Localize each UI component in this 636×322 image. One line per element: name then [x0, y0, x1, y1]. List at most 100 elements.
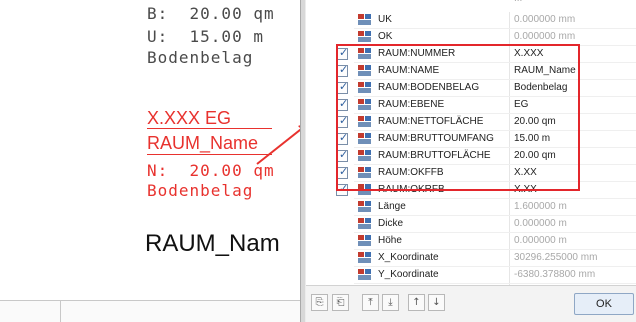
attribute-icon — [358, 99, 371, 111]
property-name: UK — [378, 14, 392, 25]
attribute-icon — [358, 14, 371, 26]
property-checkbox[interactable]: ✓ — [336, 63, 348, 77]
property-checkbox[interactable]: ✓ — [336, 148, 349, 162]
checkmark-icon: ✓ — [339, 131, 349, 144]
floor-covering-label: Bodenbelag — [147, 48, 254, 67]
property-value[interactable]: 15.00 m — [514, 133, 550, 144]
property-row[interactable]: ✓ RAUM:BRUTTOFLÄCHE 20.00 qm — [306, 148, 636, 165]
property-row[interactable]: ✓ RAUM:NUMMER X.XXX — [306, 46, 636, 63]
property-row[interactable]: X_Koordinate 30296.255000 mm — [306, 250, 636, 267]
property-name: Länge — [378, 201, 406, 212]
column-separator — [509, 29, 510, 46]
property-row-partial: ... — [306, 0, 636, 8]
property-value[interactable]: RAUM_Name — [514, 65, 576, 76]
property-row[interactable]: Y_Koordinate -6380.378800 mm — [306, 267, 636, 284]
checkmark-icon: ✓ — [339, 148, 349, 161]
column-separator — [509, 80, 510, 97]
property-value[interactable]: X.XX — [514, 167, 537, 178]
column-separator — [509, 148, 510, 165]
move-down-icon[interactable]: ↓ — [428, 294, 445, 311]
column-separator — [509, 131, 510, 148]
property-row[interactable]: ✓ RAUM:BODENBELAG Bodenbelag — [306, 80, 636, 97]
property-name: Y_Koordinate — [378, 269, 439, 280]
room-name-large-label: RAUM_Nam — [145, 230, 280, 257]
property-value[interactable]: 0.000000 mm — [514, 14, 575, 25]
export-icon[interactable]: ⎗ — [332, 294, 349, 311]
checkmark-icon: ✓ — [339, 80, 349, 93]
attribute-icon — [358, 65, 371, 77]
property-name: RAUM:EBENE — [378, 99, 445, 110]
attribute-icon — [358, 150, 371, 162]
property-value[interactable]: 0.000000 mm — [514, 31, 575, 42]
column-separator — [509, 12, 510, 29]
column-separator — [509, 233, 510, 250]
property-name: RAUM:BRUTTOUMFANG — [378, 133, 494, 144]
properties-panel: ... UK 0.000000 mm OK 0.000000 mm ✓ RAUM:NUMM… — [306, 0, 636, 322]
property-row[interactable]: ✓ RAUM:NETTOFLÄCHE 20.00 qm — [306, 114, 636, 131]
move-top-icon[interactable]: ⤒ — [362, 294, 379, 311]
attribute-icon — [358, 201, 371, 213]
attribute-icon — [358, 235, 371, 247]
property-value[interactable]: -6380.378800 mm — [514, 269, 595, 280]
property-value[interactable]: EG — [514, 99, 528, 110]
canvas-status-strip — [0, 300, 300, 322]
attribute-icon — [358, 252, 371, 264]
import-icon[interactable]: ⎘ — [311, 294, 328, 311]
room-number-label: X.XXX EG — [147, 108, 232, 128]
attribute-icon — [358, 218, 371, 230]
property-name: RAUM:BRUTTOFLÄCHE — [378, 150, 491, 161]
property-checkbox[interactable]: ✓ — [336, 165, 349, 179]
column-separator — [509, 199, 510, 216]
property-row[interactable]: ✓ RAUM:OKFFB X.XX — [306, 165, 636, 182]
floor-covering-red-label: Bodenbelag — [147, 181, 254, 200]
column-separator — [509, 63, 510, 80]
property-value[interactable]: X.XX — [514, 184, 537, 195]
property-checkbox[interactable]: ✓ — [336, 80, 349, 94]
property-value[interactable]: X.XXX — [514, 48, 543, 59]
property-checkbox[interactable]: ✓ — [336, 114, 348, 128]
property-row[interactable]: Höhe 0.000000 m — [306, 233, 636, 250]
property-value[interactable]: 1.600000 m — [514, 201, 567, 212]
property-row[interactable]: ✓ RAUM:EBENE EG — [306, 97, 636, 114]
property-row[interactable]: Dicke 0.000000 m — [306, 216, 636, 233]
property-checkbox[interactable]: ✓ — [336, 182, 348, 196]
attribute-icon — [358, 116, 371, 128]
ok-button[interactable]: OK — [574, 293, 634, 315]
property-value[interactable]: 20.00 qm — [514, 116, 556, 127]
property-checkbox[interactable]: ✓ — [336, 46, 348, 60]
attribute-icon — [358, 133, 371, 145]
property-checkbox[interactable]: ✓ — [336, 97, 348, 111]
property-row[interactable]: OK 0.000000 mm — [306, 29, 636, 46]
property-row[interactable]: UK 0.000000 mm — [306, 12, 636, 29]
property-row[interactable]: Länge 1.600000 m — [306, 199, 636, 216]
label-underline — [147, 154, 272, 155]
property-name: RAUM:NAME — [378, 65, 440, 76]
property-value[interactable]: 30296.255000 mm — [514, 252, 597, 263]
column-separator — [509, 267, 510, 284]
move-bottom-icon[interactable]: ⤓ — [382, 294, 399, 311]
property-name: Höhe — [378, 235, 402, 246]
property-value: ... — [514, 0, 522, 4]
property-row[interactable]: ✓ RAUM:OKRFB X.XX — [306, 182, 636, 199]
column-separator — [509, 114, 510, 131]
property-name: RAUM:OKFFB — [378, 167, 444, 178]
move-up-icon[interactable]: ↑ — [408, 294, 425, 311]
checkmark-icon: ✓ — [339, 165, 349, 178]
attribute-icon — [358, 48, 371, 60]
property-row[interactable]: ✓ RAUM:BRUTTOUMFANG 15.00 m — [306, 131, 636, 148]
cad-drawing-canvas[interactable]: B: 20.00 qm U: 15.00 m Bodenbelag X.XXX … — [0, 0, 311, 322]
property-value[interactable]: 20.00 qm — [514, 150, 556, 161]
area-label: B: 20.00 qm — [147, 4, 275, 23]
property-value[interactable]: 0.000000 m — [514, 235, 567, 246]
attribute-icon — [358, 167, 371, 179]
property-value[interactable]: 0.000000 m — [514, 218, 567, 229]
column-separator — [509, 216, 510, 233]
room-name-label: RAUM_Name — [147, 133, 259, 153]
property-row[interactable]: ✓ RAUM:NAME RAUM_Name — [306, 63, 636, 80]
property-name: RAUM:NETTOFLÄCHE — [378, 116, 484, 127]
property-checkbox[interactable]: ✓ — [336, 131, 349, 145]
property-value[interactable]: Bodenbelag — [514, 82, 567, 93]
attribute-icon — [358, 269, 371, 281]
property-name: OK — [378, 31, 393, 42]
property-name: Dicke — [378, 218, 404, 229]
